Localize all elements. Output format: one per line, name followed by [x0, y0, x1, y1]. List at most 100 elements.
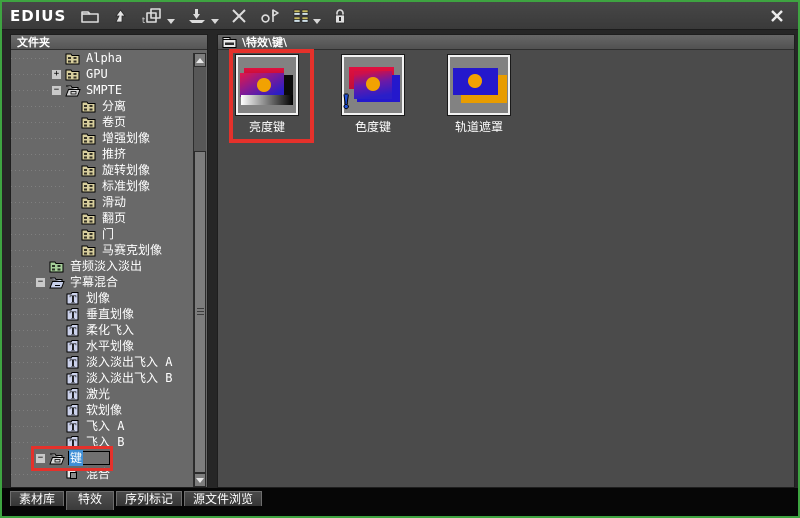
rename-input[interactable]: 键: [68, 450, 110, 466]
tree-item[interactable]: T 淡入淡出飞入 A: [11, 354, 193, 370]
folder-film-icon: [81, 243, 97, 257]
folder-film-icon: [81, 115, 97, 129]
lock-icon[interactable]: [328, 5, 352, 27]
tree-connector: [11, 402, 51, 418]
tab-源文件浏览[interactable]: 源文件浏览: [184, 491, 263, 506]
tree-item-label: 柔化飞入: [86, 323, 135, 337]
tree-connector: [11, 322, 51, 338]
tree-item[interactable]: 增强划像: [11, 130, 193, 146]
scroll-up-icon[interactable]: [194, 53, 206, 67]
tree-item[interactable]: T 淡入淡出飞入 B: [11, 370, 193, 386]
tree-item[interactable]: − SMPTE: [11, 82, 193, 98]
folder-film-icon: [81, 227, 97, 241]
tree-item[interactable]: 卷页: [11, 114, 193, 130]
flag-circle-icon[interactable]: [256, 5, 284, 27]
tree-item[interactable]: 音频淡入淡出: [11, 258, 193, 274]
tree-item[interactable]: 标准划像: [11, 178, 193, 194]
collapse-icon[interactable]: −: [35, 452, 46, 464]
tree-item[interactable]: Alpha: [11, 50, 193, 66]
tree-item-label: 字幕混合: [70, 275, 119, 289]
tree-item[interactable]: 门: [11, 226, 193, 242]
thumbnail-art: [241, 95, 293, 105]
scroll-down-icon[interactable]: [194, 473, 206, 487]
tree-connector: [11, 130, 67, 146]
tree-item[interactable]: − 键: [11, 450, 193, 466]
tree-item[interactable]: T 水平划像: [11, 338, 193, 354]
tree-connector: [11, 434, 51, 450]
tree-item[interactable]: + GPU: [11, 66, 193, 82]
effect-item-matte[interactable]: 轨道遮罩: [447, 54, 511, 135]
tree-item[interactable]: T 飞入 B: [11, 434, 193, 450]
tab-active-特效[interactable]: 特效: [66, 491, 115, 510]
effect-label: 轨道遮罩: [454, 120, 503, 134]
tree-scrollbar[interactable]: [193, 53, 206, 487]
effect-item-luma[interactable]: 亮度键: [235, 54, 299, 135]
tree-item[interactable]: T 柔化飞入: [11, 322, 193, 338]
tree-item[interactable]: 滑动: [11, 194, 193, 210]
tree-item[interactable]: 翻页: [11, 210, 193, 226]
tree-item-label: 划像: [86, 291, 111, 305]
scrollbar-thumb[interactable]: [194, 151, 206, 473]
svg-text:T: T: [70, 360, 77, 370]
tree-item[interactable]: 旋转划像: [11, 162, 193, 178]
palette-tab-bar: 素材库 特效 序列标记 源文件浏览: [2, 488, 798, 516]
title-t-icon: T: [65, 371, 81, 385]
dropdown-caret-icon[interactable]: [211, 18, 220, 24]
delete-icon[interactable]: [226, 5, 252, 27]
collapse-icon[interactable]: −: [35, 276, 46, 288]
tree-item[interactable]: T 软划像: [11, 402, 193, 418]
tree-item[interactable]: T 飞入 A: [11, 418, 193, 434]
effect-thumbnail[interactable]: [235, 54, 299, 116]
tree-item-label: 垂直划像: [86, 307, 135, 321]
tree-connector: [11, 66, 51, 82]
view-mode-icon[interactable]: [288, 5, 324, 27]
new-folder-icon[interactable]: [76, 5, 104, 27]
dropdown-caret-icon[interactable]: [167, 18, 176, 24]
tab-素材库[interactable]: 素材库: [10, 491, 65, 506]
apply-to-timeline-icon[interactable]: [182, 5, 222, 27]
folder-film-icon: [81, 179, 97, 193]
tree-item-label: 淡入淡出飞入 A: [86, 355, 173, 369]
tree-item-label: 混合: [86, 467, 111, 481]
tree-item-label: 滑动: [102, 195, 127, 209]
title-t-icon: T: [65, 387, 81, 401]
tree-item[interactable]: − 字幕混合: [11, 274, 193, 290]
effect-item-chroma[interactable]: ! 色度键: [341, 54, 405, 135]
tree-item[interactable]: 推挤: [11, 146, 193, 162]
tree-item[interactable]: T 垂直划像: [11, 306, 193, 322]
close-icon[interactable]: [766, 7, 788, 25]
tree-item[interactable]: 混合: [11, 466, 193, 482]
tree-connector: [11, 226, 67, 242]
tab-序列标记[interactable]: 序列标记: [116, 491, 183, 506]
toolbar: t: [76, 5, 352, 27]
thumbnail-art: [366, 77, 380, 91]
duplicate-icon[interactable]: t: [138, 5, 178, 27]
effect-thumbnail[interactable]: !: [341, 54, 405, 116]
expand-icon[interactable]: +: [51, 68, 62, 80]
folder-film-icon: [65, 51, 81, 65]
tree-item[interactable]: T 划像: [11, 290, 193, 306]
tree-connector: [11, 450, 35, 466]
collapse-icon[interactable]: −: [51, 84, 62, 96]
folder-up-icon[interactable]: [108, 5, 134, 27]
tree-item[interactable]: 马赛克划像: [11, 242, 193, 258]
title-t-icon: T: [65, 291, 81, 305]
folder-open-icon: [49, 451, 65, 465]
tree-item[interactable]: 分离: [11, 98, 193, 114]
folder-open-blue-icon: [49, 275, 65, 289]
effect-thumbnail[interactable]: [447, 54, 511, 116]
svg-text:T: T: [70, 376, 77, 386]
tree-item[interactable]: T 激光: [11, 386, 193, 402]
dropdown-caret-icon[interactable]: [313, 18, 322, 24]
title-t-icon: T: [65, 355, 81, 369]
tree-item-label: 飞入 B: [86, 435, 125, 449]
title-t-icon: T: [65, 419, 81, 433]
